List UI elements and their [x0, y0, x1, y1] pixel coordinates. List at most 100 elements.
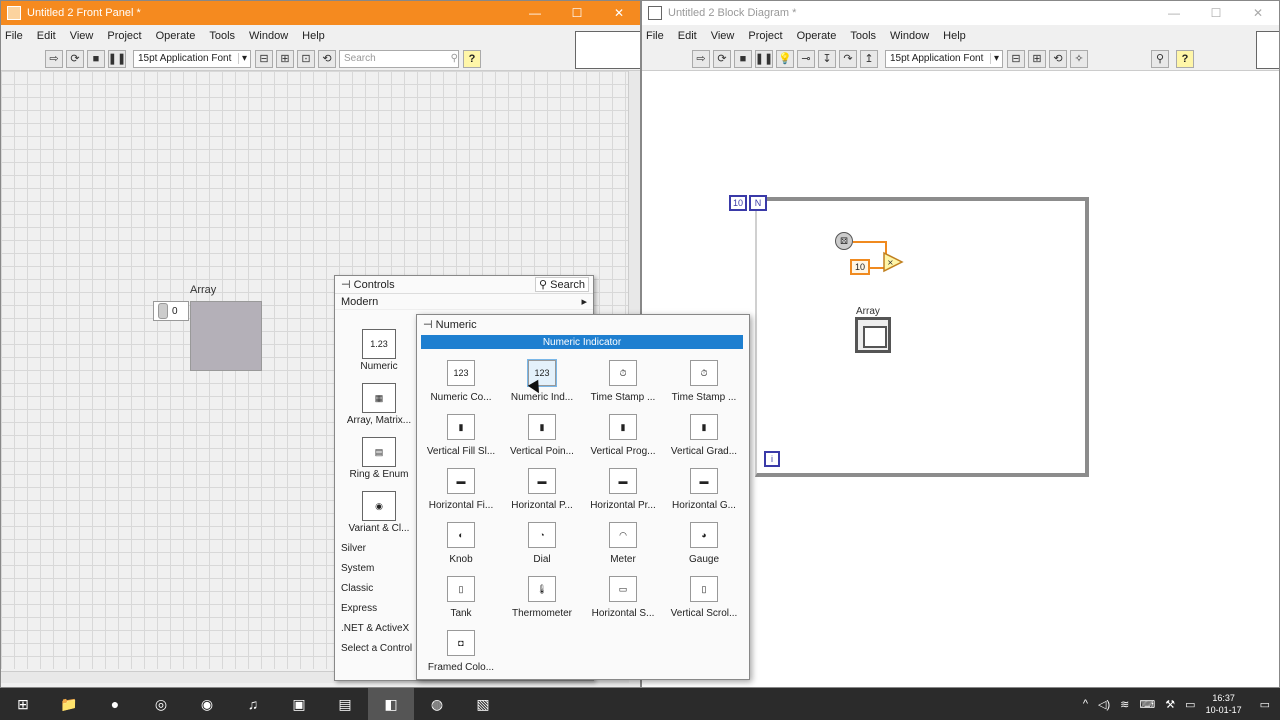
knob-item[interactable]: ◐ Knob	[421, 513, 501, 567]
run-continuously-icon[interactable]: ⟳	[66, 49, 84, 68]
context-help-icon[interactable]: ?	[1176, 49, 1194, 68]
horizontal-fill-slide-item[interactable]: ▬ Horizontal Fi...	[421, 459, 501, 513]
run-continuously-icon[interactable]: ⟳	[713, 49, 731, 68]
time-stamp-control-item[interactable]: ⏱ Time Stamp ...	[583, 351, 663, 405]
menu-view[interactable]: View	[70, 30, 94, 42]
loop-n-terminal[interactable]: N	[749, 195, 767, 211]
pause-icon[interactable]: ❚❚	[755, 49, 773, 68]
file-explorer-icon[interactable]: 📁	[46, 688, 92, 720]
volume-icon[interactable]: ◁)	[1098, 698, 1110, 711]
front-panel-titlebar[interactable]: Untitled 2 Front Panel * — ☐ ✕	[1, 1, 640, 25]
battery-icon[interactable]: ▭	[1185, 698, 1195, 711]
palette-category-modern[interactable]: Modern ▸	[335, 294, 593, 310]
menu-project[interactable]: Project	[748, 30, 782, 42]
menu-edit[interactable]: Edit	[678, 30, 697, 42]
search-input[interactable]: Search ⚲	[339, 49, 459, 68]
labview-alt-icon[interactable]: ◍	[414, 688, 460, 720]
palette-item-numeric[interactable]: 1.23 Numeric	[339, 318, 419, 372]
abort-icon[interactable]: ■	[734, 49, 752, 68]
highlight-execution-icon[interactable]: 💡	[776, 49, 794, 68]
chevron-up-icon[interactable]: ^	[1083, 698, 1088, 710]
loop-iteration-terminal[interactable]: i	[764, 451, 780, 467]
start-icon[interactable]: ⊞	[0, 688, 46, 720]
language-icon[interactable]: ⌨	[1139, 698, 1155, 711]
palette-search-button[interactable]: ⚲ Search	[535, 277, 589, 292]
menu-help[interactable]: Help	[943, 30, 966, 42]
font-select[interactable]: 15pt Application Font ▾	[885, 49, 1003, 68]
menu-help[interactable]: Help	[302, 30, 325, 42]
step-over-icon[interactable]: ↷	[839, 49, 857, 68]
pushpin-icon[interactable]: ⊣	[423, 319, 433, 331]
minimize-icon[interactable]: —	[514, 1, 556, 25]
palette-category-classic[interactable]: Classic	[341, 578, 412, 598]
vertical-graduated-bar-item[interactable]: ▮ Vertical Grad...	[664, 405, 744, 459]
thermometer-item[interactable]: 🌡 Thermometer	[502, 567, 582, 621]
loop-count-terminal[interactable]: 10 N	[729, 195, 769, 211]
menu-tools[interactable]: Tools	[850, 30, 876, 42]
for-loop[interactable]	[755, 197, 1089, 477]
menu-file[interactable]: File	[646, 30, 664, 42]
multiply-icon[interactable]: ×	[882, 251, 904, 273]
search-icon[interactable]: ⚲	[1151, 49, 1169, 68]
menu-tools[interactable]: Tools	[209, 30, 235, 42]
horizontal-progress-bar-item[interactable]: ▬ Horizontal Pr...	[583, 459, 663, 513]
distribute-icon[interactable]: ⊞	[276, 49, 294, 68]
vertical-scrollbar-item[interactable]: ▯ Vertical Scrol...	[664, 567, 744, 621]
meter-item[interactable]: ◠ Meter	[583, 513, 663, 567]
itunes-icon[interactable]: ♫	[230, 688, 276, 720]
distribute-icon[interactable]: ⊞	[1028, 49, 1046, 68]
network-icon[interactable]: ⚒	[1165, 698, 1175, 711]
menu-edit[interactable]: Edit	[37, 30, 56, 42]
random-number-icon[interactable]: ⚄	[835, 232, 853, 250]
numeric-constant[interactable]: 10	[850, 259, 870, 275]
close-icon[interactable]: ✕	[598, 1, 640, 25]
wire[interactable]	[853, 241, 887, 243]
numeric-indicator-item[interactable]: 123 Numeric Ind...	[502, 351, 582, 405]
notification-icon[interactable]: ▭	[1260, 698, 1270, 711]
horizontal-graduated-bar-item[interactable]: ▬ Horizontal G...	[664, 459, 744, 513]
menu-file[interactable]: File	[5, 30, 23, 42]
block-diagram-titlebar[interactable]: Untitled 2 Block Diagram * — ☐ ✕	[642, 1, 1279, 25]
cleanup-icon[interactable]: ✧	[1070, 49, 1088, 68]
taskbar-clock[interactable]: 16:37 10-01-17	[1206, 692, 1242, 716]
vertical-progress-bar-item[interactable]: ▮ Vertical Prog...	[583, 405, 663, 459]
horizontal-scrollbar-item[interactable]: ▭ Horizontal S...	[583, 567, 663, 621]
retain-wire-values-icon[interactable]: ⊸	[797, 49, 815, 68]
run-arrow-icon[interactable]: ⇨	[692, 49, 710, 68]
app-icon[interactable]: ▧	[460, 688, 506, 720]
step-out-icon[interactable]: ↥	[860, 49, 878, 68]
palette-item-variant-class[interactable]: ◉ Variant & Cl...	[339, 480, 419, 534]
menu-operate[interactable]: Operate	[797, 30, 837, 42]
horizontal-pointer-slide-item[interactable]: ▬ Horizontal P...	[502, 459, 582, 513]
menu-window[interactable]: Window	[890, 30, 929, 42]
numeric-control-item[interactable]: 123 Numeric Co...	[421, 351, 501, 405]
palette-item-ring-enum[interactable]: ▤ Ring & Enum	[339, 426, 419, 480]
menu-view[interactable]: View	[711, 30, 735, 42]
palette-category-express[interactable]: Express	[341, 598, 412, 618]
palette-item-array-matrix[interactable]: ▦ Array, Matrix...	[339, 372, 419, 426]
context-help-icon[interactable]: ?	[463, 49, 481, 68]
dial-item[interactable]: ◔ Dial	[502, 513, 582, 567]
pushpin-icon[interactable]: ⊣	[341, 279, 351, 291]
menu-window[interactable]: Window	[249, 30, 288, 42]
numeric-palette-header[interactable]: ⊣ Numeric	[417, 315, 749, 333]
resize-icon[interactable]: ⊡	[297, 49, 315, 68]
array-index-display[interactable]: 0	[153, 301, 189, 321]
loop-count-constant[interactable]: 10	[729, 195, 747, 211]
browser-icon[interactable]: ◉	[184, 688, 230, 720]
firefox-icon[interactable]: ●	[92, 688, 138, 720]
notes-icon[interactable]: ▤	[322, 688, 368, 720]
align-icon[interactable]: ⊟	[255, 49, 273, 68]
palette-category-silver[interactable]: Silver	[341, 538, 412, 558]
connector-pane-icon[interactable]	[575, 31, 640, 69]
menu-project[interactable]: Project	[107, 30, 141, 42]
reorder-icon[interactable]: ⟲	[1049, 49, 1067, 68]
gauge-item[interactable]: ◕ Gauge	[664, 513, 744, 567]
run-arrow-icon[interactable]: ⇨	[45, 49, 63, 68]
wifi-icon[interactable]: ≋	[1120, 698, 1129, 711]
align-icon[interactable]: ⊟	[1007, 49, 1025, 68]
array-control[interactable]	[190, 301, 262, 371]
vertical-pointer-slide-item[interactable]: ▮ Vertical Poin...	[502, 405, 582, 459]
time-stamp-indicator-item[interactable]: ⏱ Time Stamp ...	[664, 351, 744, 405]
maximize-icon[interactable]: ☐	[556, 1, 598, 25]
